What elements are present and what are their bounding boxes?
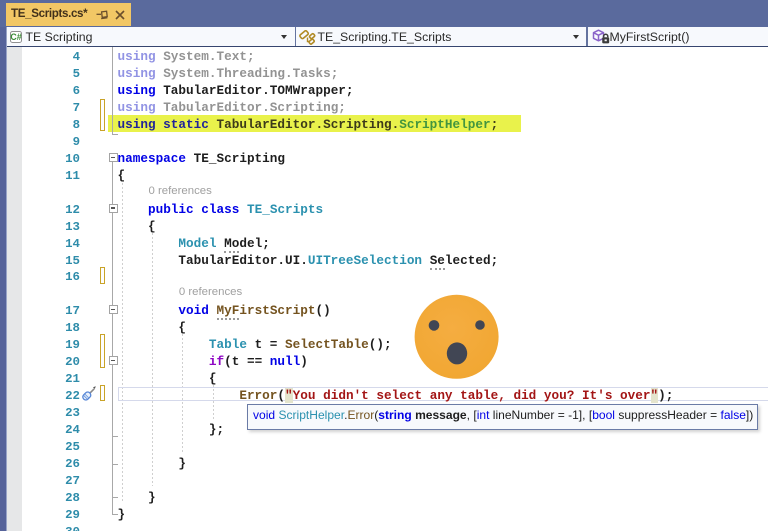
svg-text:C#: C# [10,32,21,42]
